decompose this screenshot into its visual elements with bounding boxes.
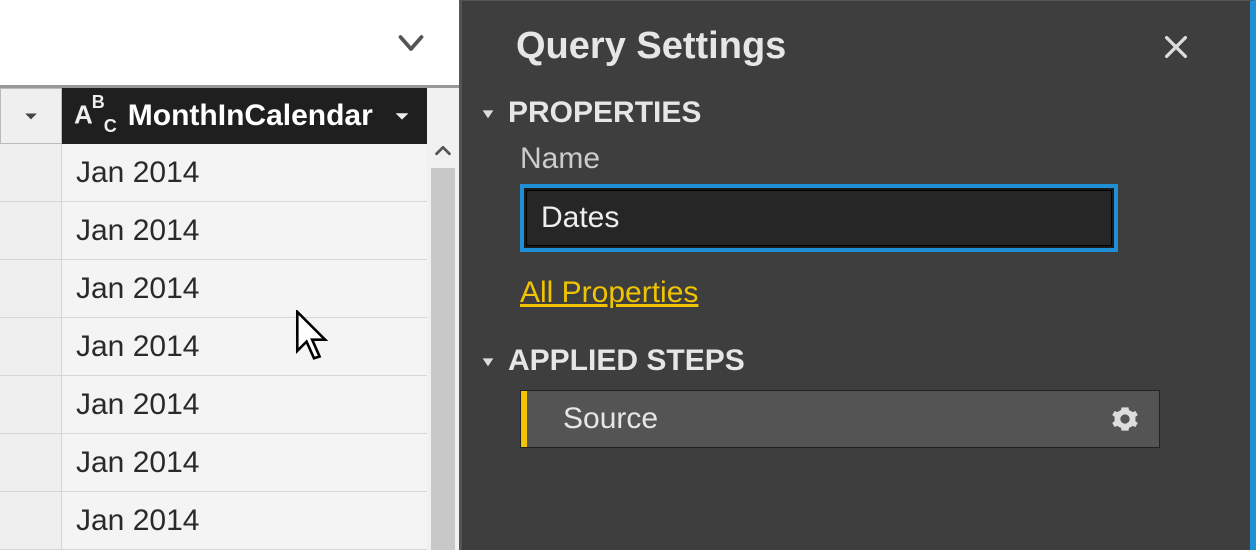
applied-steps-header[interactable]: APPLIED STEPS	[480, 344, 1218, 378]
cell-value[interactable]: Jan 2014	[62, 260, 427, 317]
row-number-cell	[0, 492, 62, 549]
datatype-text-icon[interactable]: ABC	[74, 98, 116, 135]
applied-steps-label: APPLIED STEPS	[508, 344, 745, 378]
name-label: Name	[520, 142, 1218, 176]
cell-value[interactable]: Jan 2014	[62, 492, 427, 549]
table-row[interactable]: Jan 2014	[0, 434, 427, 492]
properties-section: PROPERTIES Name All Properties	[462, 86, 1250, 334]
formula-dropdown-icon[interactable]	[393, 25, 429, 61]
row-number-cell	[0, 376, 62, 433]
row-number-cell	[0, 260, 62, 317]
table-row[interactable]: Jan 2014	[0, 318, 427, 376]
row-number-cell	[0, 144, 62, 201]
query-settings-panel: Query Settings PROPERTIES Name All Prope…	[462, 0, 1256, 550]
cell-value[interactable]: Jan 2014	[62, 376, 427, 433]
column-header[interactable]: ABC MonthInCalendar	[0, 88, 427, 144]
row-number-cell	[0, 434, 62, 491]
cell-value[interactable]: Jan 2014	[62, 202, 427, 259]
collapse-icon[interactable]	[480, 353, 498, 369]
column-filter-icon[interactable]	[377, 105, 427, 127]
scroll-up-icon[interactable]	[427, 88, 459, 162]
cell-value[interactable]: Jan 2014	[62, 434, 427, 491]
name-input-wrapper	[520, 184, 1118, 252]
properties-label: PROPERTIES	[508, 96, 701, 130]
table-row[interactable]: Jan 2014	[0, 202, 427, 260]
query-name-input[interactable]	[526, 190, 1112, 246]
close-button[interactable]	[1160, 31, 1192, 63]
step-name: Source	[527, 402, 1111, 436]
rownum-filter-icon[interactable]	[21, 106, 41, 126]
data-grid-pane: ABC MonthInCalendar Jan 2014 Jan 2014	[0, 0, 462, 550]
properties-header[interactable]: PROPERTIES	[480, 96, 1218, 130]
table-row[interactable]: Jan 2014	[0, 376, 427, 434]
row-number-cell	[0, 202, 62, 259]
row-number-header[interactable]	[0, 88, 62, 144]
cell-value[interactable]: Jan 2014	[62, 144, 427, 201]
row-number-cell	[0, 318, 62, 375]
applied-step[interactable]: Source	[520, 390, 1160, 448]
formula-bar[interactable]	[0, 0, 459, 88]
column-name[interactable]: MonthInCalendar	[128, 99, 377, 133]
data-rows: Jan 2014 Jan 2014 Jan 2014 Jan 2014	[0, 144, 427, 550]
table-row[interactable]: Jan 2014	[0, 492, 427, 550]
vertical-scrollbar[interactable]	[427, 88, 459, 550]
gear-icon[interactable]	[1111, 405, 1159, 433]
table-row[interactable]: Jan 2014	[0, 260, 427, 318]
cell-value[interactable]: Jan 2014	[62, 318, 427, 375]
panel-title: Query Settings	[516, 25, 786, 68]
applied-steps-section: APPLIED STEPS Source	[462, 334, 1250, 448]
all-properties-link[interactable]: All Properties	[520, 276, 698, 310]
collapse-icon[interactable]	[480, 105, 498, 121]
scrollbar-thumb[interactable]	[431, 168, 455, 550]
table-row[interactable]: Jan 2014	[0, 144, 427, 202]
